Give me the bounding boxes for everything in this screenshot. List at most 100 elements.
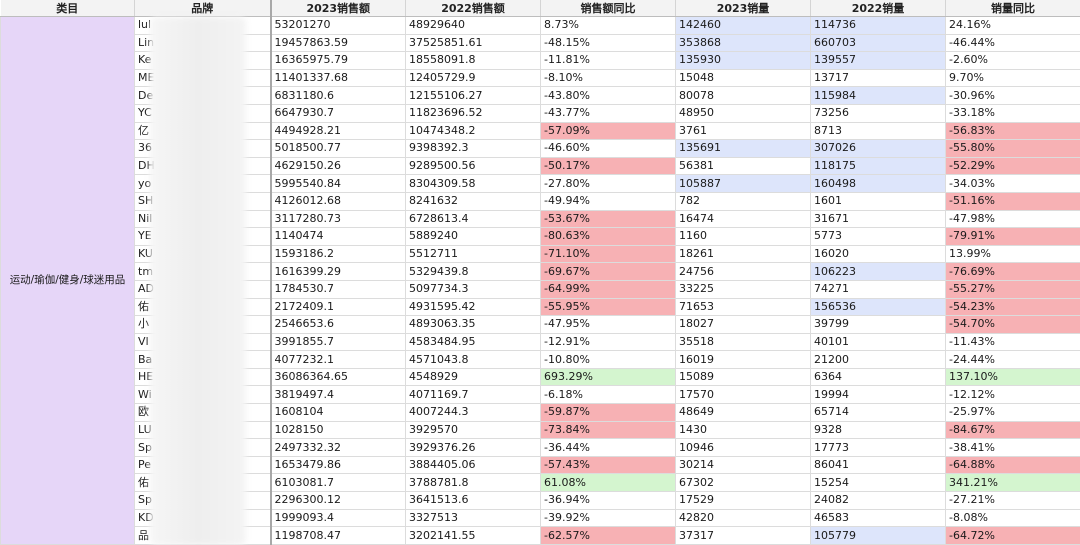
volume-2022-cell[interactable]: 39799 <box>810 315 946 334</box>
volume-2022-cell[interactable]: 139557 <box>810 51 946 70</box>
sales-2022-cell[interactable]: 18558091.8 <box>405 51 541 70</box>
sales-2022-cell[interactable]: 11823696.52 <box>405 103 541 123</box>
volume-yoy-cell[interactable]: -33.18% <box>945 103 1080 123</box>
volume-2022-cell[interactable]: 74271 <box>810 279 946 299</box>
volume-2023-cell[interactable]: 18261 <box>675 244 811 264</box>
volume-yoy-cell[interactable]: -25.97% <box>945 403 1080 422</box>
sales-yoy-cell[interactable]: -36.94% <box>540 491 676 510</box>
sales-2023-cell[interactable]: 4494928.21 <box>270 121 406 141</box>
volume-2022-cell[interactable]: 46583 <box>810 508 946 528</box>
volume-2022-cell[interactable]: 660703 <box>810 33 946 53</box>
sales-yoy-cell[interactable]: -36.44% <box>540 438 676 457</box>
volume-2023-cell[interactable]: 1160 <box>675 227 811 246</box>
sales-2023-cell[interactable]: 1616399.29 <box>270 262 406 281</box>
sales-yoy-cell[interactable]: -8.10% <box>540 68 676 88</box>
volume-2022-cell[interactable]: 16020 <box>810 244 946 264</box>
volume-yoy-cell[interactable]: -27.21% <box>945 491 1080 510</box>
sales-2022-cell[interactable]: 4583484.95 <box>405 332 541 352</box>
volume-2022-cell[interactable]: 156536 <box>810 297 946 317</box>
sales-2022-cell[interactable]: 6728613.4 <box>405 209 541 229</box>
volume-2023-cell[interactable]: 353868 <box>675 33 811 53</box>
sales-2023-cell[interactable]: 6647930.7 <box>270 103 406 123</box>
volume-2023-cell[interactable]: 15089 <box>675 367 811 387</box>
sales-2022-cell[interactable]: 10474348.2 <box>405 121 541 141</box>
volume-2023-cell[interactable]: 10946 <box>675 438 811 457</box>
volume-2022-cell[interactable]: 118175 <box>810 156 946 176</box>
header-sales-2022[interactable]: 2022销售额 <box>405 0 541 17</box>
sales-yoy-cell[interactable]: -69.67% <box>540 262 676 281</box>
sales-2022-cell[interactable]: 5329439.8 <box>405 262 541 281</box>
sales-yoy-cell[interactable]: -48.15% <box>540 33 676 53</box>
sales-2023-cell[interactable]: 1784530.7 <box>270 279 406 299</box>
volume-2023-cell[interactable]: 1430 <box>675 420 811 440</box>
volume-yoy-cell[interactable]: -12.12% <box>945 385 1080 405</box>
volume-2022-cell[interactable]: 160498 <box>810 174 946 193</box>
sales-2023-cell[interactable]: 3117280.73 <box>270 209 406 229</box>
volume-2022-cell[interactable]: 86041 <box>810 455 946 475</box>
volume-2022-cell[interactable]: 40101 <box>810 332 946 352</box>
header-volume-2023[interactable]: 2023销量 <box>675 0 811 17</box>
sales-2023-cell[interactable]: 4629150.26 <box>270 156 406 176</box>
sales-yoy-cell[interactable]: -10.80% <box>540 350 676 369</box>
sales-yoy-cell[interactable]: -39.92% <box>540 508 676 528</box>
sales-2023-cell[interactable]: 1999093.4 <box>270 508 406 528</box>
volume-2023-cell[interactable]: 3761 <box>675 121 811 141</box>
volume-2022-cell[interactable]: 73256 <box>810 103 946 123</box>
volume-2022-cell[interactable]: 1601 <box>810 191 946 211</box>
volume-2022-cell[interactable]: 21200 <box>810 350 946 369</box>
volume-yoy-cell[interactable]: -64.88% <box>945 455 1080 475</box>
sales-yoy-cell[interactable]: -59.87% <box>540 403 676 422</box>
volume-2023-cell[interactable]: 37317 <box>675 526 811 545</box>
sales-yoy-cell[interactable]: -27.80% <box>540 174 676 193</box>
volume-2022-cell[interactable]: 17773 <box>810 438 946 457</box>
volume-2022-cell[interactable]: 307026 <box>810 139 946 158</box>
header-sales-2023[interactable]: 2023销售额 <box>270 0 406 17</box>
volume-yoy-cell[interactable]: -8.08% <box>945 508 1080 528</box>
sales-2023-cell[interactable]: 4126012.68 <box>270 191 406 211</box>
sales-2022-cell[interactable]: 9289500.56 <box>405 156 541 176</box>
sales-yoy-cell[interactable]: -57.09% <box>540 121 676 141</box>
volume-yoy-cell[interactable]: 137.10% <box>945 367 1080 387</box>
volume-2022-cell[interactable]: 115984 <box>810 86 946 105</box>
sales-2023-cell[interactable]: 16365975.79 <box>270 51 406 70</box>
sales-2023-cell[interactable]: 6103081.7 <box>270 473 406 493</box>
sales-2022-cell[interactable]: 5097734.3 <box>405 279 541 299</box>
sales-yoy-cell[interactable]: -47.95% <box>540 315 676 334</box>
sales-2022-cell[interactable]: 3202141.55 <box>405 526 541 545</box>
volume-yoy-cell[interactable]: -56.83% <box>945 121 1080 141</box>
sales-2022-cell[interactable]: 12155106.27 <box>405 86 541 105</box>
sales-yoy-cell[interactable]: -12.91% <box>540 332 676 352</box>
sales-2022-cell[interactable]: 5512711 <box>405 244 541 264</box>
volume-2023-cell[interactable]: 71653 <box>675 297 811 317</box>
volume-2022-cell[interactable]: 9328 <box>810 420 946 440</box>
volume-2023-cell[interactable]: 80078 <box>675 86 811 105</box>
volume-2022-cell[interactable]: 6364 <box>810 367 946 387</box>
volume-2023-cell[interactable]: 17529 <box>675 491 811 510</box>
header-category[interactable]: 类目 <box>0 0 135 17</box>
volume-2023-cell[interactable]: 67302 <box>675 473 811 493</box>
sales-2022-cell[interactable]: 4931595.42 <box>405 297 541 317</box>
volume-yoy-cell[interactable]: -38.41% <box>945 438 1080 457</box>
header-brand[interactable]: 品牌 <box>134 0 272 17</box>
sales-yoy-cell[interactable]: -43.80% <box>540 86 676 105</box>
sales-2022-cell[interactable]: 9398392.3 <box>405 139 541 158</box>
sales-yoy-cell[interactable]: -57.43% <box>540 455 676 475</box>
sales-2023-cell[interactable]: 5995540.84 <box>270 174 406 193</box>
volume-2023-cell[interactable]: 56381 <box>675 156 811 176</box>
sales-2023-cell[interactable]: 2546653.6 <box>270 315 406 334</box>
sales-yoy-cell[interactable]: -62.57% <box>540 526 676 545</box>
volume-yoy-cell[interactable]: -52.29% <box>945 156 1080 176</box>
volume-yoy-cell[interactable]: -11.43% <box>945 332 1080 352</box>
volume-2023-cell[interactable]: 135691 <box>675 139 811 158</box>
sales-2023-cell[interactable]: 2497332.32 <box>270 438 406 457</box>
sales-2022-cell[interactable]: 8304309.58 <box>405 174 541 193</box>
volume-yoy-cell[interactable]: 24.16% <box>945 16 1080 35</box>
volume-2022-cell[interactable]: 31671 <box>810 209 946 229</box>
volume-yoy-cell[interactable]: -54.23% <box>945 297 1080 317</box>
volume-2022-cell[interactable]: 106223 <box>810 262 946 281</box>
volume-2023-cell[interactable]: 24756 <box>675 262 811 281</box>
volume-2022-cell[interactable]: 24082 <box>810 491 946 510</box>
volume-2022-cell[interactable]: 114736 <box>810 16 946 35</box>
sales-yoy-cell[interactable]: -55.95% <box>540 297 676 317</box>
sales-2022-cell[interactable]: 3641513.6 <box>405 491 541 510</box>
